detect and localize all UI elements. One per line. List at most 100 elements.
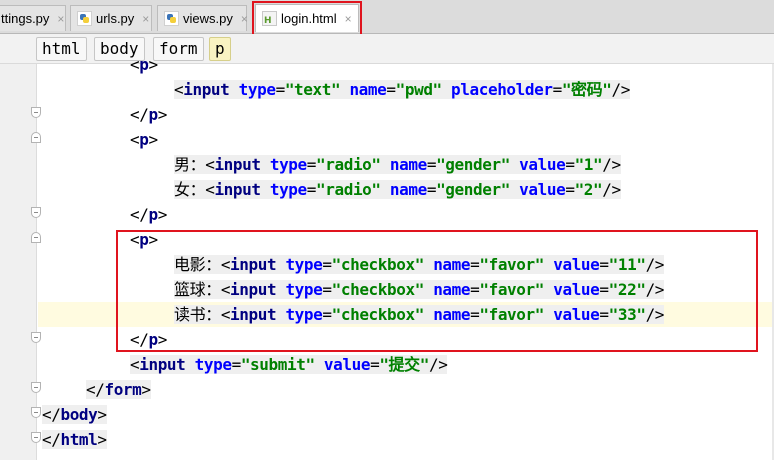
code-token-punct: > [148,130,158,149]
code-token-punct: = [370,355,380,374]
code-token-punct: = [426,155,437,174]
code-line-content: </p> [130,105,167,124]
code-line-content: </form> [86,380,151,399]
code-token-tag: p [148,105,158,124]
fold-marker-icon[interactable] [31,207,41,218]
fold-marker-icon[interactable] [31,132,41,143]
code-token-text: 女： [174,180,206,199]
close-icon[interactable]: × [142,13,149,25]
code-token-attr: type [194,355,232,374]
code-line-content: <p> [130,130,158,149]
fold-marker-icon[interactable] [31,232,41,243]
code-line[interactable]: <p> [130,127,158,152]
code-token-punct: < [130,355,140,374]
code-token-val: "1" [574,155,603,174]
breadcrumb-item-html[interactable]: html [36,37,87,61]
code-line[interactable]: 女：<input type="radio" name="gender" valu… [174,177,621,202]
code-line[interactable]: </p> [130,202,167,227]
code-line-content: <input type="text" name="pwd" placeholde… [174,80,630,99]
code-line[interactable]: <p> [130,52,158,77]
code-token-attr: value [323,355,371,374]
code-token-punct: > [97,430,107,449]
code-token-val: "密码" [561,80,612,99]
code-token-attr: name [389,155,427,174]
code-token-punct: > [141,380,151,399]
code-token-tag: body [60,405,98,424]
code-token-punct: = [275,80,286,99]
code-editor[interactable]: <p> <input type="text" name="pwd" placeho… [0,55,774,460]
code-token-punct: = [231,355,242,374]
code-token-val: "radio" [316,180,390,199]
code-token-punct: /> [602,180,621,199]
code-token-punct: /> [429,355,448,374]
code-token-punct: </ [130,105,149,124]
code-token-attr: type [269,155,307,174]
code-token-text: 男： [174,155,206,174]
fold-marker-icon[interactable] [31,432,41,443]
code-line[interactable]: <input type="submit" value="提交"/> [130,352,448,377]
tab-label: views.py [183,11,233,26]
code-line-content: 女：<input type="radio" name="gender" valu… [174,180,621,199]
code-line-content: </body> [42,405,107,424]
code-token-tag: html [60,430,98,449]
code-token-tag: input [183,80,239,99]
editor-tab-bar: ttings.py × urls.py × views.py × login.h… [0,0,774,37]
code-token-attr: name [349,80,387,99]
code-token-tag: input [139,355,195,374]
close-icon[interactable]: × [57,13,64,25]
breadcrumb-item-form[interactable]: form [153,37,204,61]
code-token-val: "text" [284,80,350,99]
code-line[interactable]: <input type="text" name="pwd" placeholde… [174,77,630,102]
fold-marker-icon[interactable] [31,407,41,418]
code-token-punct: </ [42,405,61,424]
breadcrumb: html body form p [0,34,774,64]
code-token-val: "radio" [316,155,390,174]
code-token-punct: < [174,80,184,99]
code-annotation-box [116,230,758,352]
code-token-attr: placeholder [451,80,553,99]
code-line-content: <input type="submit" value="提交"/> [130,355,448,374]
code-token-punct: = [306,180,317,199]
editor-gutter [0,64,41,460]
code-line[interactable]: </html> [42,427,107,452]
tab-views-py[interactable]: views.py × [157,5,248,31]
code-token-punct: > [148,55,158,74]
code-line[interactable]: 男：<input type="radio" name="gender" valu… [174,152,621,177]
code-line[interactable]: </body> [42,402,107,427]
code-token-punct: </ [42,430,61,449]
code-token-val: "提交" [379,355,429,374]
code-token-punct: = [306,155,317,174]
code-line[interactable]: </p> [130,102,167,127]
tab-label: urls.py [96,11,135,26]
tab-label: ttings.py [1,11,50,26]
code-token-val: "gender" [436,180,520,199]
code-token-tag: input [214,155,270,174]
code-token-punct: = [565,180,575,199]
code-token-val: "gender" [436,155,520,174]
code-token-punct: < [130,130,140,149]
code-token-punct: </ [130,205,149,224]
code-token-punct: = [565,155,575,174]
code-token-tag: p [148,205,158,224]
code-token-attr: name [389,180,427,199]
breadcrumb-item-p[interactable]: p [209,37,231,61]
code-line-content: <p> [130,55,158,74]
close-icon[interactable]: × [241,13,248,25]
tab-annotation-box [252,1,362,37]
python-file-icon [164,11,179,26]
tab-settings-py[interactable]: ttings.py × [0,5,66,31]
fold-marker-icon[interactable] [31,332,41,343]
fold-marker-icon[interactable] [31,382,41,393]
code-token-punct: < [130,55,140,74]
code-token-punct: /> [611,80,631,99]
code-line[interactable]: </form> [86,377,151,402]
code-token-val: "pwd" [395,80,452,99]
code-line-content: </html> [42,430,107,449]
fold-marker-icon[interactable] [31,107,41,118]
code-token-attr: value [519,180,566,199]
code-token-punct: > [97,405,107,424]
code-token-attr: type [238,80,276,99]
python-file-icon [77,11,92,26]
code-token-tag: form [104,380,142,399]
tab-urls-py[interactable]: urls.py × [70,5,152,31]
